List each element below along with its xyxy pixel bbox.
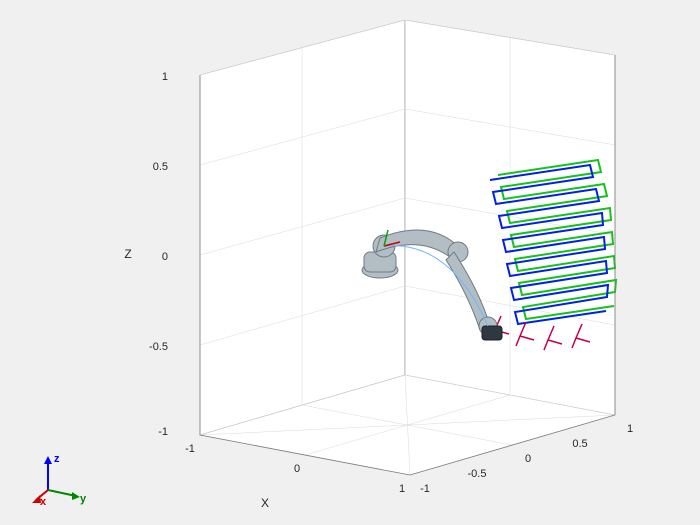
figure-window: 1 0.5 0 -0.5 -1 Z -1 0 1 X -1 -0.5 0 0.5… xyxy=(0,0,700,525)
z-tick--1: -1 xyxy=(158,426,168,438)
z-tick-0.5: 0.5 xyxy=(153,161,168,173)
frame-y-label: y xyxy=(80,493,87,505)
frame-z-label: z xyxy=(54,453,60,465)
z-tick-0: 0 xyxy=(162,251,168,263)
x-tick--1: -1 xyxy=(185,443,195,455)
x-axis-label: X xyxy=(261,496,269,510)
y-tick--0.5: -0.5 xyxy=(468,468,487,480)
x-tick-1: 1 xyxy=(399,483,405,495)
axes-orientation-indicator: z y x xyxy=(30,450,90,505)
axes-3d[interactable]: 1 0.5 0 -0.5 -1 Z -1 0 1 X -1 -0.5 0 0.5… xyxy=(50,20,670,510)
z-axis-label: Z xyxy=(124,247,131,261)
x-tick-0: 0 xyxy=(294,463,300,475)
wall-back-left xyxy=(200,20,405,435)
y-tick-1: 1 xyxy=(627,423,633,435)
y-tick--1: -1 xyxy=(420,483,430,495)
frame-x-label: x xyxy=(40,496,47,505)
axes-svg: 1 0.5 0 -0.5 -1 Z -1 0 1 X -1 -0.5 0 0.5… xyxy=(50,20,670,510)
y-tick-0.5: 0.5 xyxy=(572,438,587,450)
z-tick-1: 1 xyxy=(162,71,168,83)
z-tick--0.5: -0.5 xyxy=(149,341,168,353)
y-tick-0: 0 xyxy=(525,453,531,465)
